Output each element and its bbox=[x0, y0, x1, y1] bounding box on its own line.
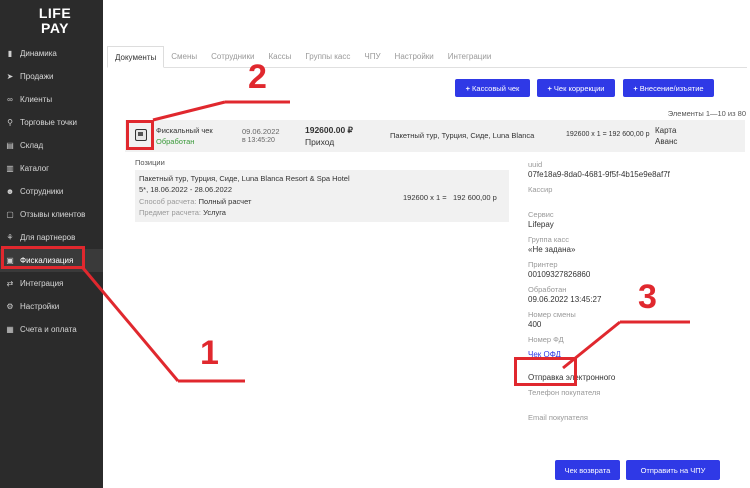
sidebar-item-integration[interactable]: ⇄ Интеграция bbox=[0, 272, 103, 295]
document-direction: Приход bbox=[305, 137, 335, 147]
email-label: Email покупателя bbox=[528, 413, 588, 422]
sidebar-item-label: Для партнеров bbox=[20, 233, 76, 242]
tab-settings[interactable]: Настройки bbox=[388, 46, 441, 68]
users-icon: ☻ bbox=[5, 187, 15, 196]
printer-label: Принтер bbox=[528, 260, 558, 269]
position-dates: 5*, 18.06.2022 - 28.06.2022 bbox=[139, 185, 232, 194]
link-icon: ∞ bbox=[7, 95, 13, 104]
sidebar-item-employees[interactable]: ☻ Сотрудники bbox=[0, 180, 103, 203]
tab-bar: Документы Смены Сотрудники Кассы Группы … bbox=[107, 46, 747, 68]
tab-integrations[interactable]: Интеграции bbox=[441, 46, 499, 68]
sidebar-item-label: Сотрудники bbox=[20, 187, 64, 196]
position-name: Пакетный тур, Турция, Сиде, Luna Blanca … bbox=[139, 174, 350, 183]
subject-label: Предмет расчета: bbox=[139, 208, 201, 217]
sidebar: LIFE PAY ▮ Динамика ➤ Продажи ∞ Клиенты ⚲ То… bbox=[0, 0, 103, 488]
sidebar-item-label: Динамика bbox=[20, 49, 57, 58]
document-time: в 13:45:20 bbox=[242, 137, 275, 144]
status-badge: Обработан bbox=[156, 137, 195, 146]
chart-icon: ▮ bbox=[7, 49, 13, 58]
annotation-box-checkbox bbox=[126, 120, 154, 150]
sidebar-item-sales[interactable]: ➤ Продажи bbox=[0, 65, 103, 88]
exchange-icon: ⇄ bbox=[6, 279, 14, 288]
payment-method: Карта bbox=[655, 126, 677, 135]
annotation-box-fiscalization bbox=[1, 246, 85, 269]
lifepay-logo[interactable]: LIFE PAY bbox=[30, 6, 80, 36]
plus-icon: + bbox=[547, 83, 552, 93]
sidebar-item-label: Отзывы клиентов bbox=[20, 210, 86, 219]
sidebar-item-label: Клиенты bbox=[20, 95, 53, 104]
sidebar-item-billing[interactable]: ▦ Счета и оплата bbox=[0, 318, 103, 341]
sidebar-item-warehouse[interactable]: ▤ Склад bbox=[0, 134, 103, 157]
document-type: Фискальный чек bbox=[156, 126, 213, 135]
document-row[interactable]: Фискальный чек Обработан 09.06.2022 в 13… bbox=[125, 120, 745, 152]
calculator-icon: ▦ bbox=[6, 325, 14, 334]
uuid-value: 07fe18a9-8da0-4681-9f5f-4b15e9e8af7f bbox=[528, 170, 670, 179]
tab-documents[interactable]: Документы bbox=[107, 46, 165, 68]
position-calc: 192600 x 1 = bbox=[403, 193, 447, 202]
deposit-withdraw-button[interactable]: + Внесение/изъятие bbox=[623, 79, 714, 97]
main-content: Документы Смены Сотрудники Кассы Группы … bbox=[103, 0, 750, 488]
book-icon: ▥ bbox=[6, 164, 14, 173]
gear-icon: ⚙ bbox=[6, 302, 14, 311]
tab-register-groups[interactable]: Группы касс bbox=[298, 46, 357, 68]
correction-receipt-button[interactable]: + Чек коррекции bbox=[537, 79, 615, 97]
sidebar-item-outlets[interactable]: ⚲ Торговые точки bbox=[0, 111, 103, 134]
document-date: 09.06.2022 bbox=[242, 127, 280, 136]
subject-value: Услуга bbox=[203, 208, 226, 217]
tab-registers[interactable]: Кассы bbox=[262, 46, 299, 68]
positions-label: Позиции bbox=[135, 158, 165, 167]
tab-chpu[interactable]: ЧПУ bbox=[357, 46, 387, 68]
elements-count: Элементы 1—10 из 80 bbox=[667, 109, 746, 118]
annotation-number-1: 1 bbox=[200, 334, 219, 372]
sidebar-item-label: Каталог bbox=[20, 164, 50, 173]
sidebar-item-settings[interactable]: ⚙ Настройки bbox=[0, 295, 103, 318]
payment-type: Аванс bbox=[655, 137, 678, 146]
uuid-label: uuid bbox=[528, 160, 543, 169]
tab-shifts[interactable]: Смены bbox=[164, 46, 204, 68]
plus-icon: + bbox=[465, 83, 471, 93]
position-total: 192 600,00 р bbox=[453, 193, 497, 202]
annotation-number-2: 2 bbox=[248, 58, 267, 96]
sidebar-item-label: Настройки bbox=[20, 302, 60, 311]
return-receipt-button[interactable]: Чек возврата bbox=[555, 460, 620, 480]
plus-icon: + bbox=[633, 83, 638, 93]
rocket-icon: ➤ bbox=[6, 72, 14, 81]
sidebar-item-label: Интеграция bbox=[20, 279, 64, 288]
cash-receipt-button[interactable]: + Кассовый чек bbox=[455, 79, 530, 97]
sidebar-item-label: Счета и оплата bbox=[20, 325, 77, 334]
service-label: Сервис bbox=[528, 210, 554, 219]
cashier-value bbox=[528, 195, 748, 210]
sidebar-item-catalog[interactable]: ▥ Каталог bbox=[0, 157, 103, 180]
method-value: Полный расчет bbox=[198, 197, 252, 206]
sidebar-item-label: Продажи bbox=[20, 72, 54, 81]
warehouse-icon: ▤ bbox=[6, 141, 14, 150]
sidebar-item-label: Склад bbox=[20, 141, 44, 150]
sidebar-item-clients[interactable]: ∞ Клиенты bbox=[0, 88, 103, 111]
method-label: Способ расчета: bbox=[139, 197, 197, 206]
document-description: Пакетный тур, Турция, Сиде, Luna Blanca bbox=[390, 131, 535, 140]
send-to-chpu-button[interactable]: Отправить на ЧПУ bbox=[626, 460, 720, 480]
location-icon: ⚲ bbox=[7, 118, 13, 127]
group-label: Группа касс bbox=[528, 235, 569, 244]
chat-icon: ▢ bbox=[6, 210, 14, 219]
sidebar-item-reviews[interactable]: ▢ Отзывы клиентов bbox=[0, 203, 103, 226]
shift-value: 400 bbox=[528, 320, 542, 329]
fd-label: Номер ФД bbox=[528, 335, 564, 344]
sidebar-nav: ▮ Динамика ➤ Продажи ∞ Клиенты ⚲ Торговые то… bbox=[0, 42, 103, 341]
annotation-box-ofd-link bbox=[514, 357, 577, 386]
service-value: Lifepay bbox=[528, 220, 554, 229]
document-calc: 192600 x 1 = 192 600,00 р bbox=[566, 131, 650, 138]
positions-box: Пакетный тур, Турция, Сиде, Luna Blanca … bbox=[135, 170, 509, 222]
handshake-icon: ⚘ bbox=[6, 233, 14, 242]
phone-label: Телефон покупателя bbox=[528, 388, 601, 397]
cashier-label: Кассир bbox=[528, 185, 553, 194]
sidebar-item-label: Торговые точки bbox=[20, 118, 78, 127]
group-value: «Не задана» bbox=[528, 245, 576, 254]
annotation-number-3: 3 bbox=[638, 278, 657, 316]
sidebar-item-dynamics[interactable]: ▮ Динамика bbox=[0, 42, 103, 65]
document-amount: 192600.00 ₽ bbox=[305, 125, 353, 135]
